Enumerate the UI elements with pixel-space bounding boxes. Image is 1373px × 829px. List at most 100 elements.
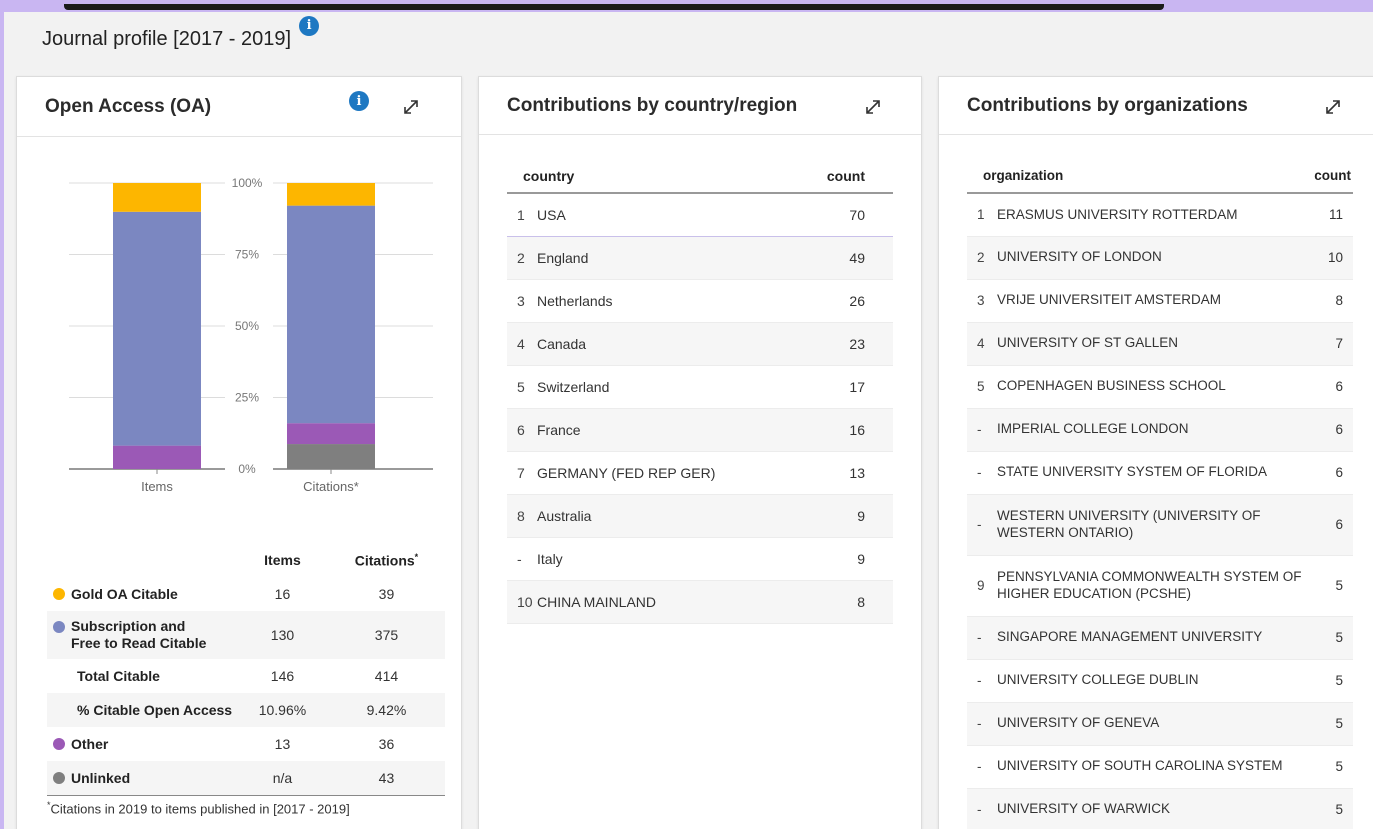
bar-segment-other [113,445,201,469]
rank-cell: 1 [507,193,535,237]
count-cell: 23 [796,322,893,366]
count-cell: 16 [796,408,893,452]
rank-cell: - [967,702,995,746]
rank-cell: 6 [507,408,535,452]
column-header-count: count [796,159,893,194]
citations-value: 375 [327,611,445,659]
count-cell: 13 [796,451,893,495]
info-icon[interactable]: i [299,15,320,36]
bar-segment-subscription [113,211,201,446]
table-row: 10 CHINA MAINLAND 8 [507,580,893,624]
rank-cell: 1 [967,193,995,237]
items-value: 130 [237,611,328,659]
column-header-organization: organization [967,159,1315,194]
name-cell: France [535,408,797,452]
count-cell: 70 [796,193,893,237]
citations-value: 43 [327,761,445,795]
bar-segment-other [287,423,375,445]
table-row: 6 France 16 [507,408,893,452]
name-cell: Italy [535,537,797,581]
rank-cell: 5 [967,365,995,409]
count-cell: 6 [1314,494,1353,556]
name-cell: SINGAPORE MANAGEMENT UNIVERSITY [995,616,1315,660]
panel-header: Contributions by country/region [479,77,921,135]
expand-icon[interactable] [863,97,883,117]
table-row: 4 Canada 23 [507,322,893,366]
bar-segment-subscription [287,205,375,424]
count-cell: 6 [1314,408,1353,452]
footnote-text: Citations in 2019 to items published in … [50,801,350,817]
count-cell: 6 [1314,451,1353,495]
oa-chart-svg: 100% 75% 50% 25% 0% Items Citations* [69,176,433,494]
column-header-citations: Citations* [354,551,419,569]
items-value: 16 [274,586,291,602]
expand-icon[interactable] [1323,97,1343,117]
bar-segment-unlinked [287,444,375,469]
count-cell: 9 [796,494,893,538]
count-cell: 5 [1314,659,1353,703]
row-label: Total Citable [77,668,160,684]
table-row: 2 England 49 [507,236,893,280]
unlinked-dot-icon [53,771,65,784]
name-cell: VRIJE UNIVERSITEIT AMSTERDAM [995,279,1315,323]
citations-value: 39 [378,586,395,602]
organization-table: organization count 1 ERASMUS UNIVERSITY R… [967,159,1353,829]
name-cell: IMPERIAL COLLEGE LONDON [995,408,1315,452]
rank-cell: - [967,659,995,703]
page-frame: Journal profile [2017 - 2019] i Open Acc… [0,0,1373,829]
name-cell: PENNSYLVANIA COMMONWEALTH SYSTEM OF HIGH… [995,555,1315,617]
table-row: Other 13 36 [47,727,445,761]
page-header: Journal profile [2017 - 2019] i [42,15,320,51]
expand-icon[interactable] [401,97,421,117]
name-cell: USA [535,193,797,237]
table-row: - SINGAPORE MANAGEMENT UNIVERSITY 5 [967,616,1353,660]
name-cell: ERASMUS UNIVERSITY ROTTERDAM [995,193,1315,237]
oa-table: Items Citations* Gold OA Citable 16 39 S… [47,543,445,795]
count-cell: 11 [1314,193,1353,237]
name-cell: UNIVERSITY OF GENEVA [995,702,1315,746]
x-tick-label: Items [141,479,173,494]
count-cell: 5 [1314,555,1353,617]
rank-cell: 9 [967,555,995,617]
name-cell: UNIVERSITY OF LONDON [995,236,1315,280]
rank-cell: 3 [967,279,995,323]
count-cell: 17 [796,365,893,409]
rank-cell: 8 [507,494,535,538]
rank-cell: - [967,745,995,789]
rank-cell: - [507,537,535,581]
rank-cell: 2 [967,236,995,280]
rank-cell: 2 [507,236,535,280]
table-row: 5 Switzerland 17 [507,365,893,409]
table-row: 3 Netherlands 26 [507,279,893,323]
count-cell: 49 [796,236,893,280]
y-tick-label: 75% [235,248,259,262]
gold-dot-icon [53,587,65,600]
info-icon[interactable]: i [349,91,369,111]
row-label: Subscription and Free to Read Citable [71,618,207,651]
organization-panel: Contributions by organizations organizat… [938,76,1373,829]
count-cell: 5 [1314,616,1353,660]
table-row: Unlinked n/a 43 [47,761,445,795]
oa-chart: 100% 75% 50% 25% 0% Items Citations* [17,137,463,497]
cropped-heading-strip [64,4,1164,10]
rank-cell: - [967,451,995,495]
footnote-mark: * [414,551,419,562]
row-label: % Citable Open Access [47,693,237,727]
citations-value: 36 [378,736,395,752]
panel-title: Open Access (OA) [45,95,212,117]
table-row: 5 COPENHAGEN BUSINESS SCHOOL 6 [967,365,1353,409]
footnote: *Citations in 2019 to items published in… [47,795,445,816]
table-row: Gold OA Citable 16 39 [47,577,445,611]
name-cell: GERMANY (FED REP GER) [535,451,797,495]
citations-value: 414 [374,668,399,684]
table-row: % Citable Open Access 10.96% 9.42% [47,693,445,727]
rank-cell: - [967,616,995,660]
name-cell: STATE UNIVERSITY SYSTEM OF FLORIDA [995,451,1315,495]
count-cell: 8 [1314,279,1353,323]
rank-cell: 3 [507,279,535,323]
name-cell: UNIVERSITY OF ST GALLEN [995,322,1315,366]
count-cell: 26 [796,279,893,323]
column-header-count: count [1314,159,1353,194]
y-tick-label: 50% [235,319,259,333]
rank-cell: 4 [507,322,535,366]
